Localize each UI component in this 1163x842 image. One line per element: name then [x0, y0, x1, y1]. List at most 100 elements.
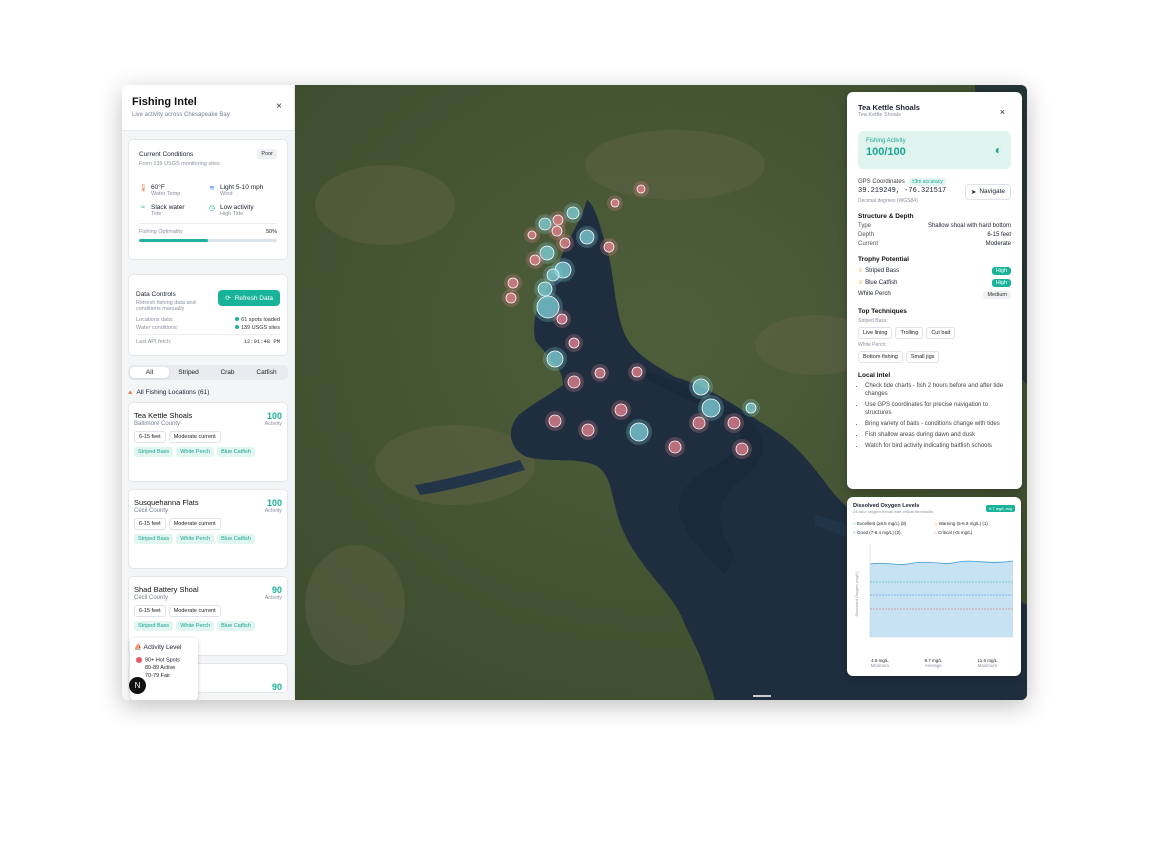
location-marker[interactable]	[594, 367, 606, 379]
condition-label: Water Temp	[151, 191, 181, 197]
location-marker[interactable]	[629, 422, 649, 442]
trophy-level: High	[991, 267, 1011, 275]
location-marker[interactable]	[579, 229, 595, 245]
tab-all[interactable]: All	[130, 367, 169, 378]
water-icon: ≈	[141, 204, 145, 211]
location-marker[interactable]	[745, 402, 757, 414]
gps-value: 39.219249, -76.321517	[858, 187, 947, 195]
tab-crab[interactable]: Crab	[208, 367, 247, 378]
location-card[interactable]: Susquehanna Flats Cecil County 100 Activit…	[128, 489, 288, 569]
fish-tag: White Perch	[176, 447, 215, 457]
fish-icon: ◐	[994, 143, 1002, 157]
app-subtitle: Live activity across Chesapeake Bay	[132, 112, 230, 118]
navigate-button[interactable]: ➤ Navigate	[964, 183, 1011, 200]
condition-high-tide: ◷ Low activity High Tide	[208, 204, 277, 217]
condition-label: Tide	[151, 211, 162, 217]
location-marker[interactable]	[548, 414, 562, 428]
fish-tag: Blue Catfish	[217, 447, 255, 457]
location-marker[interactable]	[610, 198, 620, 208]
fish-tag: Blue Catfish	[217, 534, 255, 544]
legend-label: 90+ Hot Spots	[145, 657, 181, 664]
fire-icon: ▲	[127, 389, 134, 396]
location-name: Susquehanna Flats	[134, 498, 199, 507]
close-icon[interactable]: ×	[1000, 107, 1005, 117]
tab-striped[interactable]: Striped	[169, 367, 208, 378]
trophy-level: Medium	[983, 291, 1011, 299]
attribution-bar	[753, 695, 771, 697]
legend-item: 90+ Hot Spots	[134, 657, 194, 663]
optimality-value: 50%	[265, 229, 277, 235]
location-marker[interactable]	[566, 206, 580, 220]
refresh-label: Refresh Data	[234, 294, 273, 302]
trophy-fish: Striped Bass	[865, 268, 900, 274]
trophy-row: ♕ Blue Catfish High	[858, 279, 1011, 287]
oxygen-stat: 11.6 mg/L Maximum	[978, 658, 998, 668]
navigate-label: Navigate	[979, 187, 1005, 195]
location-marker[interactable]	[692, 416, 706, 430]
location-marker[interactable]	[614, 403, 628, 417]
location-marker[interactable]	[581, 423, 595, 437]
oxygen-legend-item: ○ Good (7-8.4 mg/L) (2)	[853, 530, 901, 535]
intel-item: Use GPS coordinates for precise navigati…	[865, 401, 1011, 417]
location-marker[interactable]	[559, 237, 571, 249]
technique-group-label: Striped Bass:	[858, 318, 888, 324]
location-marker[interactable]	[668, 440, 682, 454]
structure-row: Type Shallow shoal with hard bottom	[858, 223, 1011, 229]
technique-tag: Trolling	[895, 327, 924, 339]
navigate-icon: ➤	[970, 188, 977, 196]
location-marker[interactable]	[567, 375, 581, 389]
location-marker[interactable]	[735, 442, 749, 456]
close-icon[interactable]: ×	[276, 101, 282, 112]
legend-label: 70-79 Fair	[145, 673, 171, 680]
location-marker[interactable]	[727, 416, 741, 430]
location-marker[interactable]	[505, 292, 517, 304]
oxygen-legend-item: △ Warning (5-6.9 mg/L) (1)	[934, 521, 988, 526]
oxygen-legend-item: ○ Excellent (≥8.5 mg/L) (8)	[853, 521, 907, 526]
location-marker[interactable]	[631, 366, 643, 378]
location-card[interactable]: Tea Kettle Shoals Baltimore County 100 Act…	[128, 402, 288, 482]
location-marker[interactable]	[527, 230, 537, 240]
activity-label: Fishing Activity	[866, 138, 906, 144]
location-marker[interactable]	[507, 277, 519, 289]
gps-badge: ±3m accuracy	[908, 178, 946, 186]
condition-value: Light 5-10 mph	[220, 184, 264, 191]
oxygen-subtitle: 24-hour oxygen trends with critical thre…	[853, 509, 934, 514]
location-marker[interactable]	[692, 378, 710, 396]
tab-catfish[interactable]: Catfish	[247, 367, 286, 378]
location-marker[interactable]	[603, 241, 615, 253]
current-tag: Moderate current	[168, 431, 221, 443]
legend-swatch	[136, 657, 142, 663]
oxygen-legend-label: Excellent (≥8.5 mg/L) (8)	[856, 521, 907, 526]
panel-title: Tea Kettle Shoals	[858, 103, 920, 112]
fish-tag: Striped Bass	[134, 447, 174, 457]
status-label: Water conditions:	[136, 325, 179, 331]
location-activity-label: Activity	[264, 595, 282, 601]
locations-heading: ▲ All Fishing Locations (61)	[127, 389, 294, 396]
trophy-fish: Blue Catfish	[865, 280, 898, 286]
next-badge[interactable]: N	[129, 677, 146, 694]
location-marker[interactable]	[556, 313, 568, 325]
status-row: Water conditions: 139 USGS sites	[136, 325, 280, 335]
location-name: Tea Kettle Shoals	[134, 411, 193, 420]
conditions-badge: Poor	[257, 149, 277, 159]
location-marker[interactable]	[546, 350, 564, 368]
location-marker[interactable]	[551, 225, 563, 237]
species-tabs: All Striped Crab Catfish	[128, 365, 288, 380]
oxygen-area	[870, 561, 1013, 637]
status-row: Locations data: 61 spots loaded	[136, 317, 280, 323]
structure-key: Depth	[858, 232, 875, 238]
data-controls-title: Data Controls	[136, 291, 176, 298]
oxygen-avg-badge: 9.7 mg/L avg	[986, 505, 1015, 512]
status-dot	[235, 317, 240, 321]
legend-title-label: Activity Level	[143, 644, 182, 651]
refresh-data-button[interactable]: ⟳ Refresh Data	[218, 290, 280, 306]
structure-key: Type	[858, 223, 872, 229]
location-marker[interactable]	[568, 337, 580, 349]
oxygen-legend: ○ Excellent (≥8.5 mg/L) (8) △ Warning (5…	[853, 521, 1015, 535]
location-marker[interactable]	[701, 398, 721, 418]
fish-tag: White Perch	[176, 621, 215, 631]
location-marker[interactable]	[529, 254, 541, 266]
current-tag: Moderate current	[168, 518, 221, 530]
trophy-icon: ♕	[858, 280, 864, 286]
location-marker[interactable]	[636, 184, 646, 194]
